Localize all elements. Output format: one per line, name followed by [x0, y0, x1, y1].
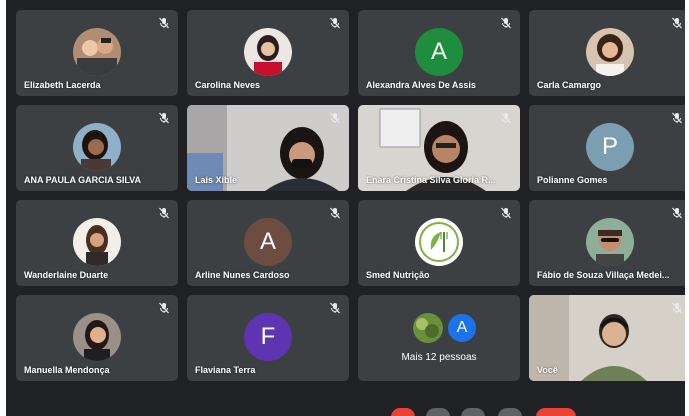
- mic-off-icon: [501, 112, 511, 124]
- participant-tile[interactable]: A Alexandra Alves De Assis: [358, 10, 520, 96]
- participant-avatar: [73, 123, 121, 171]
- mic-off-icon: [159, 17, 169, 29]
- participant-name: Fábio de Souza Villaça Medei...: [537, 270, 670, 280]
- participant-name: ANA PAULA GARCIA SILVA: [24, 175, 141, 185]
- participant-name: Flaviana Terra: [195, 365, 256, 375]
- participant-tile[interactable]: Lais Xible: [187, 105, 349, 191]
- mic-off-icon: [672, 17, 682, 29]
- participant-avatar: F: [244, 313, 292, 361]
- mic-off-icon: [159, 112, 169, 124]
- participant-name: Wanderlaine Duarte: [24, 270, 109, 280]
- leave-call-button[interactable]: [536, 408, 576, 416]
- participant-name: Elizabeth Lacerda: [24, 80, 101, 90]
- participant-avatar: [73, 313, 121, 361]
- participant-tile[interactable]: ANA PAULA GARCIA SILVA: [16, 105, 178, 191]
- participant-tile[interactable]: Smed Nutrição: [358, 200, 520, 286]
- participant-avatar: A: [244, 218, 292, 266]
- participant-name: Manuella Mendonça: [24, 365, 110, 375]
- participant-name: Você: [537, 365, 558, 375]
- overflow-label: Mais 12 pessoas: [401, 352, 477, 363]
- mic-off-icon: [330, 207, 340, 219]
- participant-tile[interactable]: Manuella Mendonça: [16, 295, 178, 381]
- participant-tile[interactable]: Carolina Neves: [187, 10, 349, 96]
- self-tile[interactable]: Você: [529, 295, 685, 381]
- participant-name: Arline Nunes Cardoso: [195, 270, 290, 280]
- participant-name: Carolina Neves: [195, 80, 261, 90]
- participant-tile[interactable]: Enara Cristina Silva Gloria R...: [358, 105, 520, 191]
- more-options-button[interactable]: [498, 408, 522, 416]
- mic-off-icon: [330, 302, 340, 314]
- mic-off-icon: [330, 112, 340, 124]
- participant-tile[interactable]: A Arline Nunes Cardoso: [187, 200, 349, 286]
- participant-tile[interactable]: F Flaviana Terra: [187, 295, 349, 381]
- participant-avatar: P: [586, 123, 634, 171]
- participant-tile[interactable]: Wanderlaine Duarte: [16, 200, 178, 286]
- overflow-avatars: A: [408, 311, 478, 345]
- participant-name: Alexandra Alves De Assis: [366, 80, 476, 90]
- participant-tile[interactable]: P Polianne Gomes: [529, 105, 685, 191]
- participant-name: Polianne Gomes: [537, 175, 608, 185]
- participant-name: Lais Xible: [195, 175, 238, 185]
- participant-avatar: A: [415, 28, 463, 76]
- participant-tile[interactable]: Fábio de Souza Villaça Medei...: [529, 200, 685, 286]
- overflow-letter-avatar: A: [446, 312, 478, 344]
- mic-toggle-button[interactable]: [391, 408, 415, 416]
- participant-avatar: [73, 28, 121, 76]
- mic-off-icon: [672, 112, 682, 124]
- participant-name: Carla Camargo: [537, 80, 602, 90]
- call-controls-bar: [6, 404, 685, 416]
- overflow-tile[interactable]: A Mais 12 pessoas: [358, 295, 520, 381]
- participant-avatar: [244, 28, 292, 76]
- camera-toggle-button[interactable]: [426, 408, 450, 416]
- mic-off-icon: [672, 207, 682, 219]
- mic-off-icon: [159, 302, 169, 314]
- mic-off-icon: [330, 17, 340, 29]
- mic-off-icon: [501, 207, 511, 219]
- meeting-grid: Elizabeth Lacerda Carolina Neves A Alexa…: [0, 0, 689, 416]
- participant-tile[interactable]: Elizabeth Lacerda: [16, 10, 178, 96]
- participant-avatar: [586, 28, 634, 76]
- participant-name: Smed Nutrição: [366, 270, 430, 280]
- mic-off-icon: [672, 302, 682, 314]
- participant-name: Enara Cristina Silva Gloria R...: [366, 175, 496, 185]
- participant-tile[interactable]: Carla Camargo: [529, 10, 685, 96]
- captions-button[interactable]: [461, 408, 485, 416]
- mic-off-icon: [501, 17, 511, 29]
- participant-avatar: [415, 218, 463, 266]
- participant-avatar: [586, 218, 634, 266]
- participant-avatar: [73, 218, 121, 266]
- mic-off-icon: [159, 207, 169, 219]
